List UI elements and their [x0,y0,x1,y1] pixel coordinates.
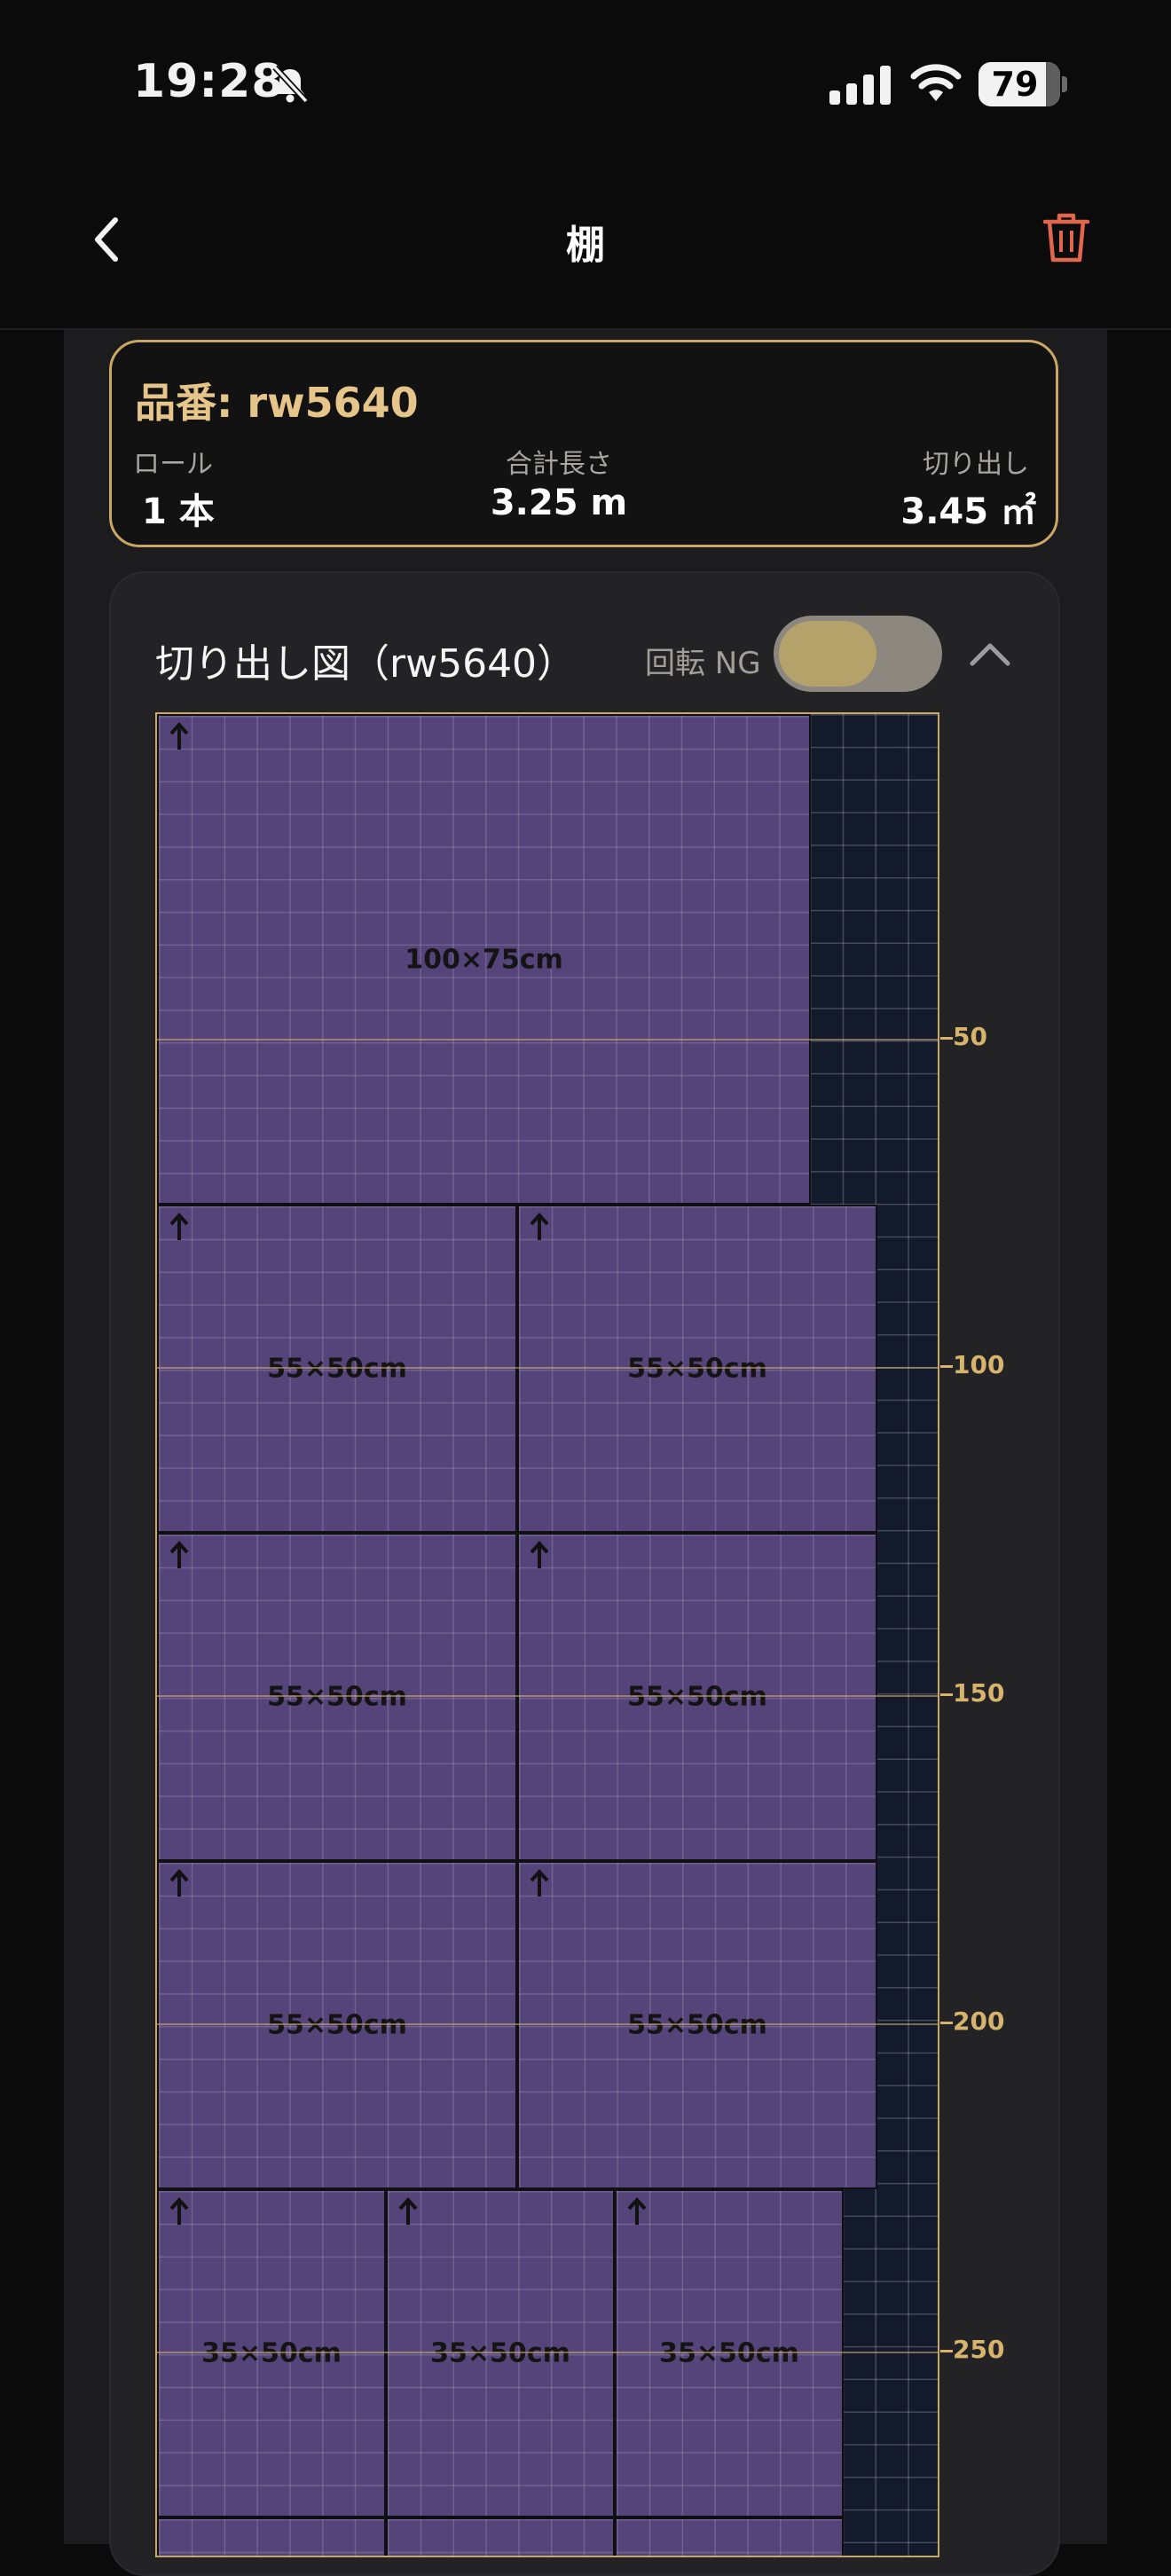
ruler-gridline [157,1039,938,1041]
ruler-gridline [157,2352,938,2353]
arrow-up-icon [169,722,189,750]
ruler-tick [940,1693,953,1696]
arrow-up-icon [530,1541,549,1568]
arrow-up-icon [169,1213,189,1240]
arrow-up-icon [169,2197,189,2225]
cut-piece[interactable]: 35×50cm [157,2189,386,2517]
ruler-gridline [157,1367,938,1369]
cutting-layout: 100×75cm 55×50cm 55×50cm 55×50cm 55×50cm… [155,712,939,2557]
roll-value: 1 本 [142,491,215,532]
piece-size-label: 55×50cm [267,2009,407,2041]
cut-piece[interactable] [157,2517,386,2556]
chevron-left-icon [95,217,118,262]
ruler-tick [940,1365,953,1368]
battery-nub [1062,76,1067,92]
ruler-label: 100 [953,1350,1005,1379]
trash-icon [1042,213,1090,263]
ruler-label: 150 [953,1678,1005,1708]
cellular-signal-icon [829,66,892,108]
piece-size-label: 55×50cm [627,1353,767,1385]
total-length-label: 合計長さ [506,449,612,480]
roll-label: ロール [133,449,213,480]
cut-piece[interactable]: 55×50cm [157,1533,517,1861]
battery-level: 79 [991,65,1039,104]
collapse-button[interactable] [965,630,1015,679]
page-title: 棚 [566,223,605,268]
product-number: 品番: rw5640 [135,379,419,427]
piece-size-label: 35×50cm [659,2337,799,2369]
diagram-title: 切り出し図（rw5640） [155,641,577,687]
ruler-label: 200 [953,2007,1005,2036]
cut-piece[interactable]: 100×75cm [157,714,811,1205]
cut-piece[interactable] [386,2517,615,2556]
cut-piece[interactable]: 55×50cm [517,1205,877,1533]
arrow-up-icon [530,1213,549,1240]
ruler-tick [940,2350,953,2352]
cut-piece[interactable]: 55×50cm [157,1861,517,2189]
cut-area-label: 切り出し [923,449,1029,480]
arrow-up-icon [627,2197,647,2225]
cut-piece[interactable]: 35×50cm [615,2189,844,2517]
piece-size-label: 100×75cm [405,944,563,975]
arrow-up-icon [169,1541,189,1568]
wifi-icon [909,62,963,106]
ruler-label: 250 [953,2335,1005,2364]
total-length-value: 3.25 m [490,483,628,523]
bell-slash-icon [268,62,312,106]
ruler-label: 50 [953,1022,987,1051]
cut-piece[interactable]: 35×50cm [386,2189,615,2517]
back-button[interactable] [80,204,133,275]
piece-size-label: 35×50cm [201,2337,342,2369]
battery-icon: 79 [978,62,1060,106]
piece-size-label: 35×50cm [430,2337,570,2369]
ruler-gridline [157,1695,938,1697]
piece-size-label: 55×50cm [267,1681,407,1713]
ruler-gridline [157,2023,938,2025]
piece-size-label: 55×50cm [627,2009,767,2041]
piece-size-label: 55×50cm [267,1353,407,1385]
cut-area-value: 3.45 ㎡ [900,491,1036,532]
cut-piece[interactable]: 55×50cm [517,1861,877,2189]
cut-piece[interactable]: 55×50cm [157,1205,517,1533]
arrow-up-icon [398,2197,418,2225]
ruler-tick [940,2022,953,2024]
arrow-up-icon [530,1869,549,1897]
chevron-up-icon [970,643,1010,666]
piece-size-label: 55×50cm [627,1681,767,1713]
delete-button[interactable] [1041,211,1095,273]
rotate-label: 回転 NG [645,646,761,681]
rotate-toggle-knob[interactable] [779,621,876,687]
cut-piece[interactable] [615,2517,844,2556]
arrow-up-icon [169,1869,189,1897]
ruler-tick [940,1037,953,1040]
cut-piece[interactable]: 55×50cm [517,1533,877,1861]
status-time: 19:28 [133,55,285,108]
